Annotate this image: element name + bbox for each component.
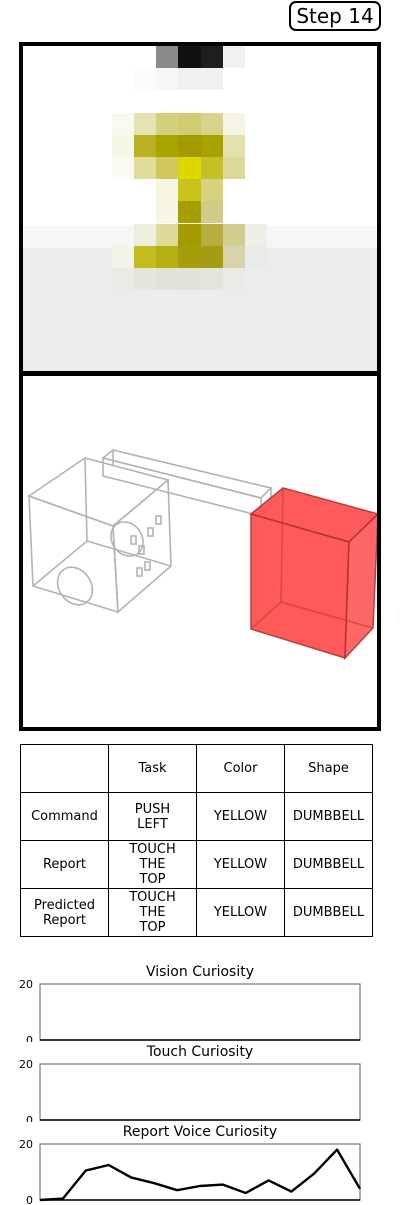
report-voice-curiosity-chart: Report Voice Curiosity 0 20 bbox=[0, 1120, 400, 1205]
table-cell: Task bbox=[108, 744, 197, 793]
series-line bbox=[39, 1148, 362, 1202]
red-target-cube bbox=[249, 487, 377, 660]
vision-pixel-image bbox=[23, 46, 377, 371]
table-row: Command PUSH LEFT YELLOW DUMBBELL bbox=[20, 792, 373, 841]
chart-title: Touch Curiosity bbox=[146, 1044, 253, 1060]
table-cell: YELLOW bbox=[196, 888, 285, 937]
table-cell: YELLOW bbox=[196, 792, 285, 841]
table-cell bbox=[20, 744, 109, 793]
table-cell: TOUCH THE TOP bbox=[108, 888, 197, 937]
table-cell: DUMBBELL bbox=[284, 840, 373, 889]
table-cell: TOUCH THE TOP bbox=[108, 840, 197, 889]
y-tick-label: 0 bbox=[26, 1194, 33, 1205]
table-cell: DUMBBELL bbox=[284, 792, 373, 841]
table-cell: YELLOW bbox=[196, 840, 285, 889]
table-cell: Shape bbox=[284, 744, 373, 793]
robot-wireframe bbox=[27, 449, 273, 614]
step-badge: Step 14 bbox=[289, 1, 381, 31]
table-header-row: Task Color Shape bbox=[20, 744, 373, 793]
table-cell: Predicted Report bbox=[20, 888, 109, 937]
simulation-view bbox=[19, 372, 381, 731]
touch-curiosity-chart: Touch Curiosity 0 20 bbox=[0, 1040, 400, 1122]
y-tick-label: 20 bbox=[19, 1058, 33, 1071]
table-cell: DUMBBELL bbox=[284, 888, 373, 937]
table-cell: Command bbox=[20, 792, 109, 841]
chart-title: Vision Curiosity bbox=[146, 964, 254, 980]
table-cell: Color bbox=[196, 744, 285, 793]
chart-title: Report Voice Curiosity bbox=[123, 1124, 277, 1140]
report-table: Task Color Shape Command PUSH LEFT YELLOW… bbox=[20, 744, 373, 937]
y-tick-label: 20 bbox=[19, 1138, 33, 1151]
plot-frame bbox=[39, 983, 361, 1041]
table-cell: Report bbox=[20, 840, 109, 889]
plot-frame bbox=[39, 1063, 361, 1121]
vision-curiosity-chart: Vision Curiosity 0 20 bbox=[0, 960, 400, 1042]
table-row: Report TOUCH THE TOP YELLOW DUMBBELL bbox=[20, 840, 373, 889]
table-cell: PUSH LEFT bbox=[108, 792, 197, 841]
y-tick-label: 20 bbox=[19, 978, 33, 991]
table-row: Predicted Report TOUCH THE TOP YELLOW DUMBB… bbox=[20, 888, 373, 937]
plot-frame bbox=[39, 1143, 361, 1201]
vision-view bbox=[19, 42, 381, 375]
simulation-scene bbox=[27, 449, 377, 660]
